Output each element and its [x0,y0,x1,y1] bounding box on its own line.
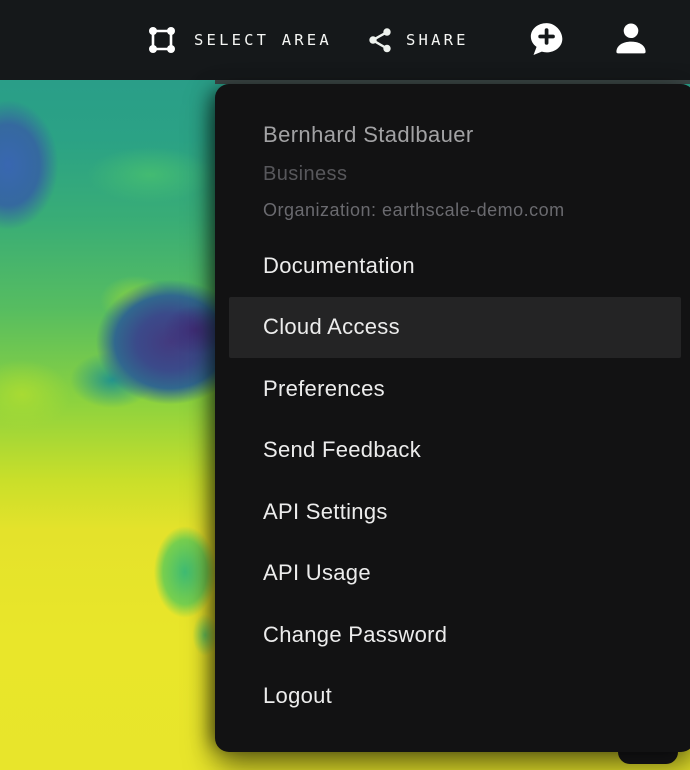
account-organization: Organization: earthscale-demo.com [263,199,647,221]
share-label: SHARE [406,31,469,49]
menu-item-preferences[interactable]: Preferences [229,358,681,420]
select-area-button[interactable]: SELECT AREA [145,0,332,80]
share-icon [364,24,396,56]
menu-item-api-usage[interactable]: API Usage [229,543,681,605]
select-area-icon [145,23,179,57]
account-menu-button[interactable] [611,20,651,58]
menu-item-documentation[interactable]: Documentation [229,235,681,297]
menu-item-send-feedback[interactable]: Send Feedback [229,420,681,482]
menu-item-change-password[interactable]: Change Password [229,604,681,666]
account-dropdown-menu: Bernhard Stadlbauer Business Organizatio… [215,84,690,752]
account-name: Bernhard Stadlbauer [263,122,647,148]
feedback-bubble-plus-icon [524,19,568,61]
account-info-header: Bernhard Stadlbauer Business Organizatio… [215,122,690,235]
menu-item-api-settings[interactable]: API Settings [229,481,681,543]
top-bar: SELECT AREA SHARE [0,0,690,80]
share-button[interactable]: SHARE [364,0,469,80]
menu-item-cloud-access[interactable]: Cloud Access [229,297,681,359]
person-icon [611,20,651,58]
menu-item-logout[interactable]: Logout [229,666,681,728]
send-feedback-button[interactable] [524,19,568,61]
select-area-label: SELECT AREA [194,31,332,49]
menu-item-list: Documentation Cloud Access Preferences S… [215,235,690,727]
account-plan: Business [263,162,647,186]
